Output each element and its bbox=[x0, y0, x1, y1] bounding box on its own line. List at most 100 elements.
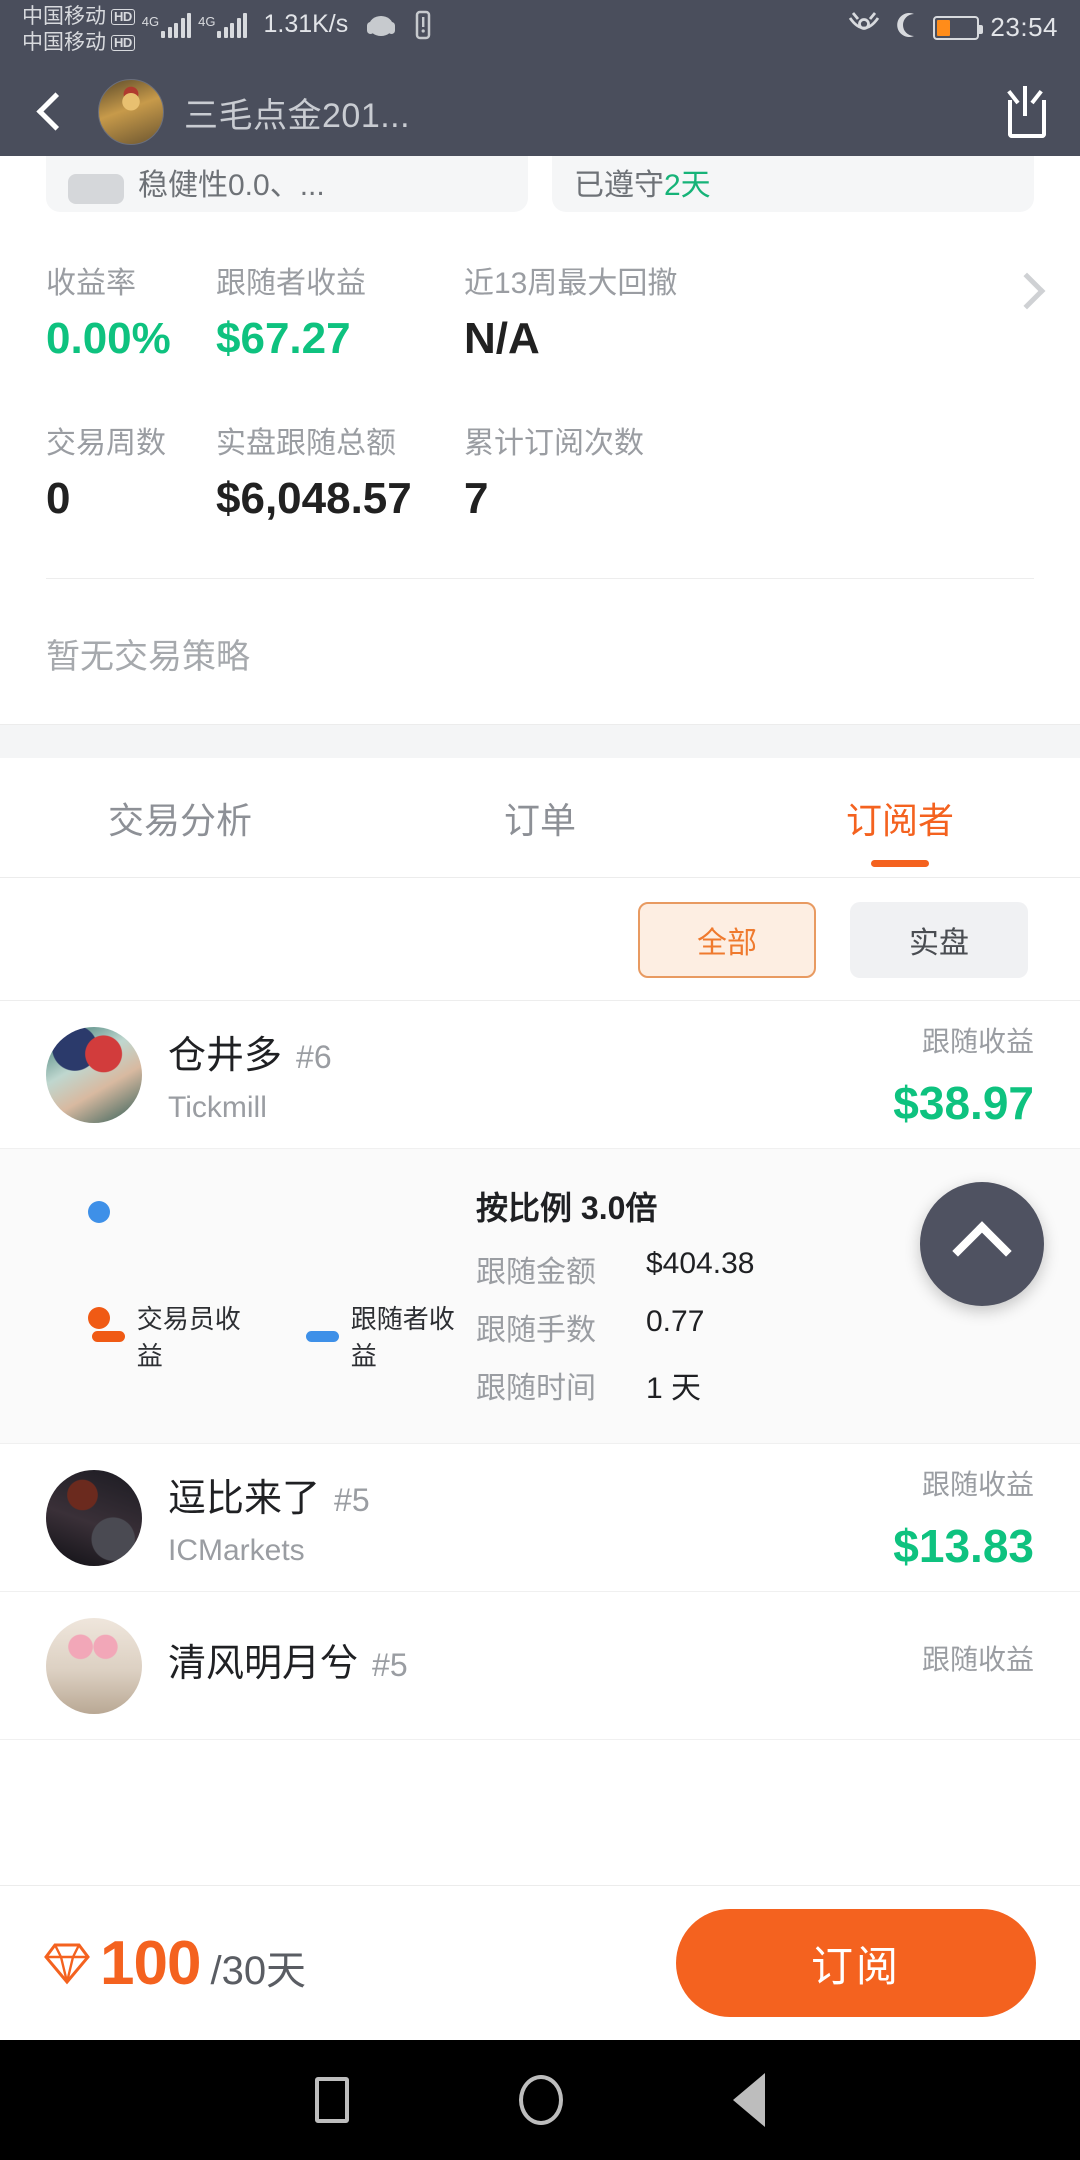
subscriber-name-line: 仓井多 #6 bbox=[168, 1024, 332, 1079]
hd-badge-2: HD bbox=[111, 34, 135, 51]
filter-chip-all[interactable]: 全部 bbox=[638, 902, 816, 978]
badge-card-compliance-label: 已遵守2天 bbox=[574, 160, 711, 204]
signal-bars-icon-2 bbox=[217, 12, 248, 38]
recents-square-icon[interactable] bbox=[315, 2077, 349, 2123]
tab-label: 交易分析 bbox=[107, 799, 252, 841]
tab-orders[interactable]: 订单 bbox=[360, 758, 720, 877]
stat-follower-profit: 跟随者收益 $67.27 bbox=[216, 264, 464, 368]
headset-icon bbox=[365, 10, 397, 45]
clock-label: 23:54 bbox=[990, 12, 1058, 42]
app-bar: 三毛点金201... bbox=[0, 68, 1080, 156]
subscriber-broker: ICMarkets bbox=[168, 1534, 305, 1567]
filter-chip-live[interactable]: 实盘 bbox=[850, 902, 1028, 978]
subscriber-rank: #6 bbox=[296, 1039, 332, 1075]
profit-value: $38.97 bbox=[893, 1076, 1034, 1129]
subscriber-row[interactable]: 逗比来了 #5 ICMarkets 跟随收益 $13.83 bbox=[0, 1444, 1080, 1592]
price-period: /30天 bbox=[210, 1948, 307, 1993]
stat-value: $67.27 bbox=[216, 314, 351, 363]
stats-row-1: 收益率 0.00% 跟随者收益 $67.27 近13周最大回撤 N/A bbox=[46, 264, 1034, 368]
detail-label: 跟随时间 bbox=[476, 1372, 596, 1405]
stat-value: N/A bbox=[464, 314, 540, 363]
subscriber-profit: 跟随收益 $13.83 bbox=[893, 1463, 1034, 1573]
subscriber-name: 仓井多 bbox=[168, 1035, 283, 1077]
stats-panel: 收益率 0.00% 跟随者收益 $67.27 近13周最大回撤 N/A 交易周数… bbox=[0, 212, 1080, 528]
profit-value: $13.83 bbox=[893, 1519, 1034, 1572]
moon-icon bbox=[892, 10, 922, 45]
battery-icon bbox=[933, 15, 984, 40]
subscriber-name: 逗比来了 bbox=[168, 1478, 321, 1520]
detail-label: 跟随手数 bbox=[476, 1314, 596, 1347]
home-circle-icon[interactable] bbox=[519, 2075, 563, 2125]
stat-value: $6,048.57 bbox=[216, 474, 412, 523]
carrier-row-1: 中国移动 HD bbox=[22, 4, 135, 29]
subscriber-name-line: 清风明月兮 #5 bbox=[168, 1632, 408, 1687]
tab-trade-analysis[interactable]: 交易分析 bbox=[0, 758, 360, 877]
carrier-row-2: 中国移动 HD bbox=[22, 30, 135, 55]
scroll-to-top-button[interactable] bbox=[920, 1182, 1044, 1306]
carrier-name-1: 中国移动 bbox=[22, 5, 106, 28]
tab-label: 订单 bbox=[503, 799, 576, 841]
medal-icon bbox=[68, 174, 124, 204]
subscriber-info: 仓井多 #6 Tickmill bbox=[168, 1024, 332, 1125]
filter-chip-group[interactable]: 全部 实盘 bbox=[0, 878, 1080, 1001]
badge-card-stability[interactable]: 稳健性0.0、... bbox=[46, 156, 528, 212]
subscriber-rank: #5 bbox=[334, 1482, 370, 1518]
back-triangle-icon[interactable] bbox=[733, 2073, 765, 2127]
subscriber-row[interactable]: 清风明月兮 #5 跟随收益 bbox=[0, 1592, 1080, 1740]
filter-chip-label: 全部 bbox=[697, 927, 757, 960]
subscriber-broker: Tickmill bbox=[168, 1091, 267, 1124]
signal-group-2: 4G bbox=[198, 12, 248, 38]
mini-profit-chart: 交易员收益 跟随者收益 bbox=[46, 1183, 476, 1373]
price-amount: 100 bbox=[100, 1928, 201, 1998]
status-bar-left: 中国移动 HD 中国移动 HD 4G 4G 1.31K/s bbox=[22, 4, 432, 55]
subscribe-button-label: 订阅 bbox=[810, 1942, 901, 1990]
avatar bbox=[46, 1469, 142, 1566]
android-nav-bar bbox=[0, 2040, 1080, 2160]
trader-avatar[interactable] bbox=[98, 79, 164, 145]
detail-label: 跟随金额 bbox=[476, 1256, 596, 1289]
stat-label: 交易周数 bbox=[46, 427, 166, 460]
empty-strategy-label: 暂无交易策略 bbox=[46, 638, 250, 676]
badge-card-compliance[interactable]: 已遵守2天 bbox=[552, 156, 1034, 212]
subscriber-profit: 跟随收益 bbox=[922, 1638, 1034, 1694]
legend-label: 交易员收益 bbox=[136, 1304, 241, 1371]
back-chevron-icon[interactable] bbox=[26, 88, 74, 136]
vibrate-icon bbox=[414, 10, 432, 45]
profit-label: 跟随收益 bbox=[921, 1468, 1034, 1500]
avatar bbox=[46, 1026, 142, 1123]
stat-return-rate: 收益率 0.00% bbox=[46, 264, 216, 368]
stat-value: 7 bbox=[464, 474, 489, 523]
scroll-content[interactable]: 稳健性0.0、... 已遵守2天 收益率 0.00% 跟随者收益 $67.27 … bbox=[0, 156, 1080, 1850]
follower-profit-point bbox=[88, 1201, 110, 1223]
legend-swatch-icon bbox=[306, 1330, 339, 1342]
avatar bbox=[46, 1617, 142, 1714]
hd-badge-1: HD bbox=[111, 8, 135, 25]
legend-item-trader: 交易员收益 bbox=[92, 1299, 262, 1373]
chart-legend: 交易员收益 跟随者收益 bbox=[92, 1299, 476, 1373]
carrier-labels: 中国移动 HD 中国移动 HD bbox=[22, 4, 135, 55]
tab-subscribers[interactable]: 订阅者 bbox=[720, 758, 1080, 877]
detail-value: $404.38 bbox=[646, 1247, 755, 1280]
subscriber-row[interactable]: 仓井多 #6 Tickmill 跟随收益 $38.97 bbox=[0, 1001, 1080, 1149]
share-icon[interactable] bbox=[1000, 84, 1054, 140]
legend-label: 跟随者收益 bbox=[350, 1304, 455, 1371]
subscribe-button[interactable]: 订阅 bbox=[676, 1909, 1036, 2017]
compliance-days: 2天 bbox=[664, 169, 711, 202]
signal-group-1: 4G bbox=[141, 12, 192, 38]
status-bar-right: 23:54 bbox=[847, 4, 1058, 45]
stat-total-follow-amount: 实盘跟随总额 $6,048.57 bbox=[216, 424, 464, 528]
stat-total-subscriptions: 累计订阅次数 7 bbox=[464, 424, 644, 528]
tab-bar[interactable]: 交易分析 订单 订阅者 bbox=[0, 758, 1080, 878]
page-title: 三毛点金201... bbox=[184, 96, 411, 135]
stat-label: 跟随者收益 bbox=[216, 267, 366, 300]
bottom-action-bar: 100 /30天 订阅 bbox=[0, 1885, 1080, 2040]
subscriber-rank: #5 bbox=[372, 1647, 408, 1683]
subscriber-name-line: 逗比来了 #5 bbox=[168, 1467, 370, 1522]
eye-icon bbox=[847, 10, 881, 45]
stat-value: 0 bbox=[46, 474, 71, 523]
subscriber-info: 清风明月兮 #5 bbox=[168, 1632, 408, 1699]
detail-value: 1 天 bbox=[646, 1372, 702, 1405]
network-type-1: 4G bbox=[141, 14, 160, 29]
network-type-2: 4G bbox=[198, 14, 216, 29]
subscriber-detail-panel: 交易员收益 跟随者收益 按比例 3.0倍 跟随金额 $404.38 跟随手数 0… bbox=[0, 1149, 1080, 1444]
